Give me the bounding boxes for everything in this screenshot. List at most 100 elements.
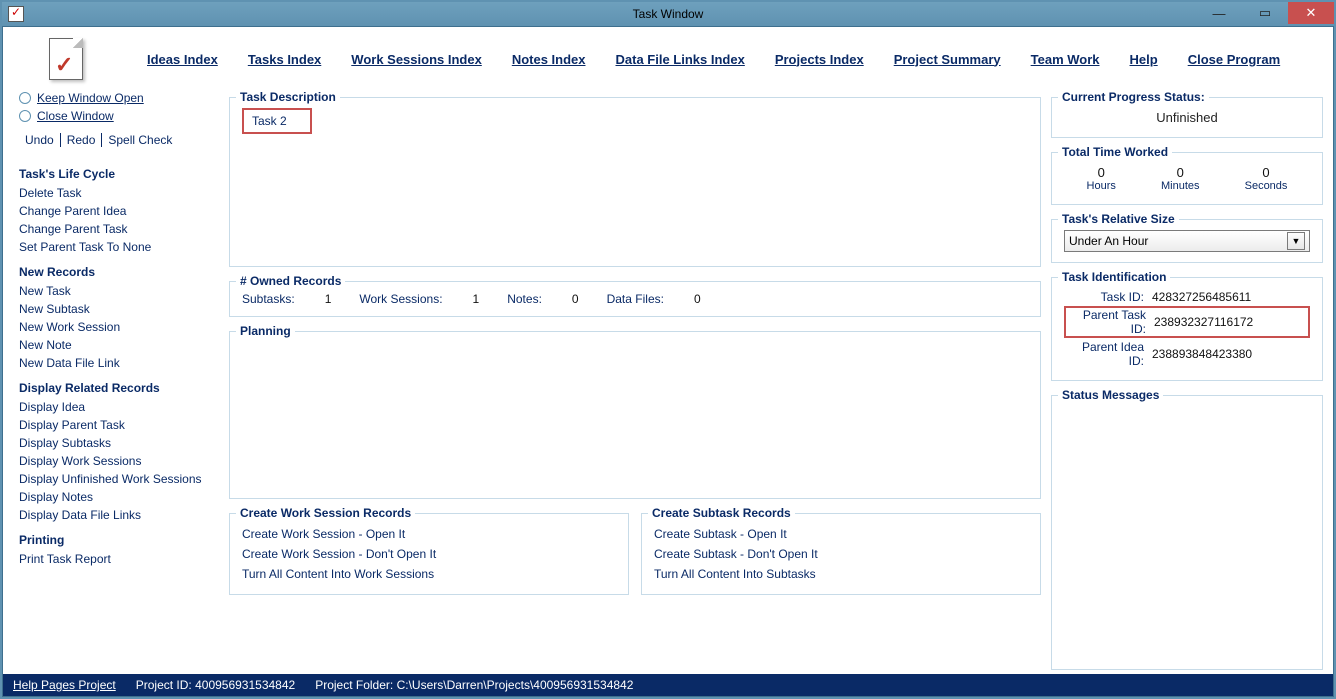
group-planning: Planning bbox=[229, 331, 1041, 499]
link-create-subtask-open[interactable]: Create Subtask - Open It bbox=[654, 524, 1028, 544]
link-delete-task[interactable]: Delete Task bbox=[19, 185, 219, 201]
group-task-description: Task Description Task 2 bbox=[229, 97, 1041, 267]
maximize-button[interactable]: ▭ bbox=[1242, 2, 1288, 24]
menu-project-summary[interactable]: Project Summary bbox=[894, 52, 1001, 67]
combo-relative-size[interactable]: Under An Hour ▼ bbox=[1064, 230, 1310, 252]
legend-task-description: Task Description bbox=[236, 90, 340, 104]
value-parent-task-id: 238932327116172 bbox=[1154, 315, 1253, 329]
menu-notes-index[interactable]: Notes Index bbox=[512, 52, 586, 67]
footer-help-pages-link[interactable]: Help Pages Project bbox=[13, 678, 116, 692]
value-hours: 0 bbox=[1087, 165, 1116, 180]
group-total-time-worked: Total Time Worked 0Hours 0Minutes 0Secon… bbox=[1051, 152, 1323, 205]
label-work-sessions: Work Sessions: bbox=[359, 292, 442, 306]
link-change-parent-idea[interactable]: Change Parent Idea bbox=[19, 203, 219, 219]
radio-label: Keep Window Open bbox=[37, 91, 144, 105]
radio-close-window[interactable]: Close Window bbox=[19, 109, 219, 123]
group-owned-records: # Owned Records Subtasks:1 Work Sessions… bbox=[229, 281, 1041, 317]
footer-project-folder: Project Folder: C:\Users\Darren\Projects… bbox=[315, 678, 633, 692]
group-progress-status: Current Progress Status: Unfinished bbox=[1051, 97, 1323, 138]
label-seconds: Seconds bbox=[1245, 180, 1288, 192]
spell-check-link[interactable]: Spell Check bbox=[102, 133, 178, 147]
menu-work-sessions-index[interactable]: Work Sessions Index bbox=[351, 52, 482, 67]
row-parent-task-id: Parent Task ID:238932327116172 bbox=[1064, 306, 1310, 338]
link-turn-content-subtasks[interactable]: Turn All Content Into Subtasks bbox=[654, 564, 1028, 584]
label-task-id: Task ID: bbox=[1064, 290, 1144, 304]
link-create-ws-no-open[interactable]: Create Work Session - Don't Open It bbox=[242, 544, 616, 564]
menu-data-file-links-index[interactable]: Data File Links Index bbox=[616, 52, 745, 67]
link-turn-content-ws[interactable]: Turn All Content Into Work Sessions bbox=[242, 564, 616, 584]
close-button[interactable]: ✕ bbox=[1288, 2, 1334, 24]
link-new-note[interactable]: New Note bbox=[19, 337, 219, 353]
link-create-ws-open[interactable]: Create Work Session - Open It bbox=[242, 524, 616, 544]
menu-help[interactable]: Help bbox=[1130, 52, 1158, 67]
menu-tasks-index[interactable]: Tasks Index bbox=[248, 52, 321, 67]
legend-planning: Planning bbox=[236, 324, 295, 338]
group-task-identification: Task Identification Task ID:428327256485… bbox=[1051, 277, 1323, 381]
value-progress-status: Unfinished bbox=[1064, 108, 1310, 127]
legend-create-subtask-records: Create Subtask Records bbox=[648, 506, 795, 520]
menu-bar: ✓ Ideas Index Tasks Index Work Sessions … bbox=[3, 27, 1333, 91]
value-task-id: 428327256485611 bbox=[1152, 290, 1251, 304]
task-description-input[interactable]: Task 2 bbox=[242, 108, 312, 134]
label-subtasks: Subtasks: bbox=[242, 292, 295, 306]
legend-status-messages: Status Messages bbox=[1058, 388, 1163, 402]
menu-projects-index[interactable]: Projects Index bbox=[775, 52, 864, 67]
title-bar: Task Window — ▭ ✕ bbox=[2, 2, 1334, 26]
redo-link[interactable]: Redo bbox=[61, 133, 103, 147]
label-parent-idea-id: Parent Idea ID: bbox=[1064, 340, 1144, 368]
legend-owned-records: # Owned Records bbox=[236, 274, 345, 288]
legend-task-identification: Task Identification bbox=[1058, 270, 1170, 284]
left-panel: Keep Window Open Close Window Undo Redo … bbox=[19, 91, 219, 670]
link-display-parent-task[interactable]: Display Parent Task bbox=[19, 417, 219, 433]
link-set-parent-task-none[interactable]: Set Parent Task To None bbox=[19, 239, 219, 255]
menu-ideas-index[interactable]: Ideas Index bbox=[147, 52, 218, 67]
link-new-subtask[interactable]: New Subtask bbox=[19, 301, 219, 317]
value-subtasks: 1 bbox=[325, 292, 332, 306]
label-minutes: Minutes bbox=[1161, 180, 1200, 192]
window-title: Task Window bbox=[2, 7, 1334, 21]
label-data-files: Data Files: bbox=[607, 292, 664, 306]
minimize-button[interactable]: — bbox=[1196, 2, 1242, 24]
link-new-task[interactable]: New Task bbox=[19, 283, 219, 299]
value-data-files: 0 bbox=[694, 292, 701, 306]
label-notes: Notes: bbox=[507, 292, 542, 306]
link-display-idea[interactable]: Display Idea bbox=[19, 399, 219, 415]
menu-close-program[interactable]: Close Program bbox=[1188, 52, 1280, 67]
link-display-data-file-links[interactable]: Display Data File Links bbox=[19, 507, 219, 523]
link-display-notes[interactable]: Display Notes bbox=[19, 489, 219, 505]
legend-total-time: Total Time Worked bbox=[1058, 145, 1172, 159]
combo-selected-value: Under An Hour bbox=[1069, 234, 1148, 248]
link-new-data-file-link[interactable]: New Data File Link bbox=[19, 355, 219, 371]
link-display-unfinished-ws[interactable]: Display Unfinished Work Sessions bbox=[19, 471, 219, 487]
radio-icon bbox=[19, 92, 31, 104]
group-create-work-session-records: Create Work Session Records Create Work … bbox=[229, 513, 629, 595]
link-display-subtasks[interactable]: Display Subtasks bbox=[19, 435, 219, 451]
value-parent-idea-id: 238893848423380 bbox=[1152, 347, 1252, 361]
section-new-records: New Records bbox=[19, 265, 219, 279]
link-print-task-report[interactable]: Print Task Report bbox=[19, 551, 219, 567]
right-panel: Current Progress Status: Unfinished Tota… bbox=[1051, 91, 1323, 670]
link-display-work-sessions[interactable]: Display Work Sessions bbox=[19, 453, 219, 469]
link-change-parent-task[interactable]: Change Parent Task bbox=[19, 221, 219, 237]
app-icon: ✓ bbox=[47, 36, 87, 82]
link-new-work-session[interactable]: New Work Session bbox=[19, 319, 219, 335]
radio-icon bbox=[19, 110, 31, 122]
value-notes: 0 bbox=[572, 292, 579, 306]
status-bar: Help Pages Project Project ID: 400956931… bbox=[3, 674, 1333, 696]
section-display-related: Display Related Records bbox=[19, 381, 219, 395]
value-minutes: 0 bbox=[1161, 165, 1200, 180]
section-printing: Printing bbox=[19, 533, 219, 547]
legend-relative-size: Task's Relative Size bbox=[1058, 212, 1179, 226]
section-task-life-cycle: Task's Life Cycle bbox=[19, 167, 219, 181]
group-create-subtask-records: Create Subtask Records Create Subtask - … bbox=[641, 513, 1041, 595]
legend-create-ws-records: Create Work Session Records bbox=[236, 506, 415, 520]
radio-label: Close Window bbox=[37, 109, 114, 123]
undo-link[interactable]: Undo bbox=[19, 133, 61, 147]
group-status-messages: Status Messages bbox=[1051, 395, 1323, 670]
label-hours: Hours bbox=[1087, 180, 1116, 192]
link-create-subtask-no-open[interactable]: Create Subtask - Don't Open It bbox=[654, 544, 1028, 564]
chevron-down-icon: ▼ bbox=[1287, 232, 1305, 250]
radio-keep-window-open[interactable]: Keep Window Open bbox=[19, 91, 219, 105]
menu-team-work[interactable]: Team Work bbox=[1031, 52, 1100, 67]
value-seconds: 0 bbox=[1245, 165, 1288, 180]
